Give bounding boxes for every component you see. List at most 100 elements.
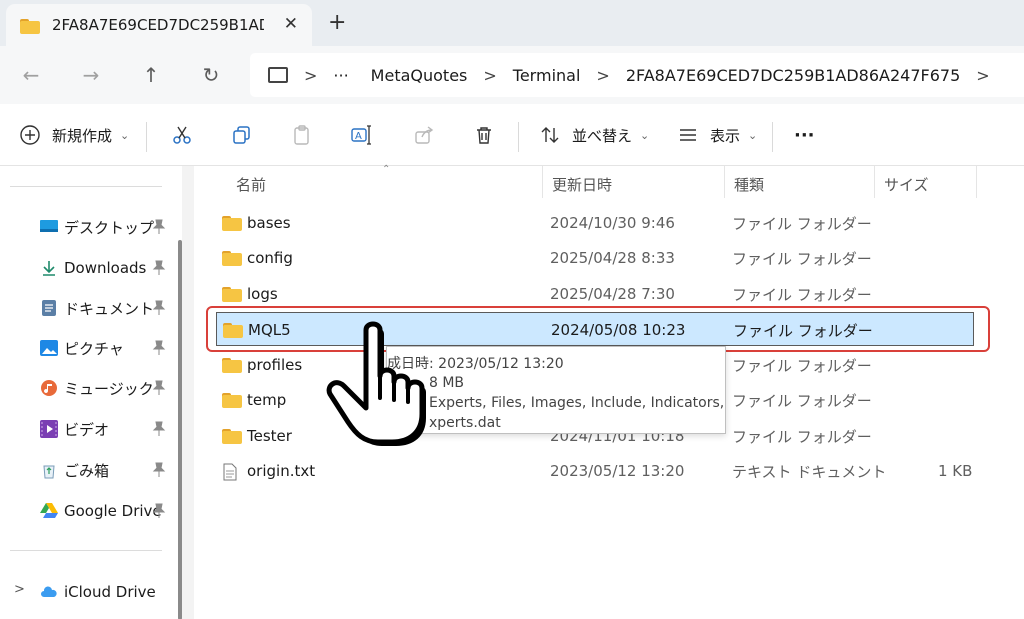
file-row[interactable]: bases 2024/10/30 9:46 ファイル フォルダー (216, 206, 974, 240)
column-header-date[interactable]: 更新日時 (552, 174, 612, 195)
close-tab-icon[interactable]: ✕ (284, 14, 298, 34)
pin-icon[interactable] (152, 300, 166, 316)
forward-button[interactable]: → (74, 58, 108, 92)
pane-divider (182, 166, 194, 619)
sidebar-item-label: デスクトップ (64, 218, 155, 237)
file-type: ファイル フォルダー (732, 249, 872, 268)
file-date: 2025/04/28 8:33 (550, 249, 675, 267)
chevron-down-icon: ⌄ (120, 128, 130, 142)
share-button (412, 118, 446, 152)
expand-chevron-icon[interactable]: > (14, 582, 25, 597)
new-tab-button[interactable]: + (328, 10, 346, 35)
pin-icon[interactable] (152, 219, 166, 235)
more-options-button[interactable]: ··· (794, 118, 815, 152)
file-row[interactable]: config 2025/04/28 8:33 ファイル フォルダー (216, 241, 974, 275)
tab-title: 2FA8A7E69CED7DC259B1AD8 (52, 16, 264, 34)
pin-icon[interactable] (152, 340, 166, 356)
divider (772, 122, 773, 152)
chevron-right-icon: > (483, 65, 497, 85)
folder-icon (222, 392, 242, 408)
chevron-right-icon: > (304, 65, 318, 85)
file-name-cell: bases (222, 206, 291, 240)
divider (542, 166, 543, 198)
column-header-type[interactable]: 種類 (734, 174, 764, 195)
music-icon (40, 379, 58, 397)
view-button-label: 表示 (710, 126, 741, 145)
sidebar-item-label: ビデオ (64, 420, 110, 439)
svg-text:A: A (355, 131, 362, 142)
breadcrumb-metaquotes[interactable]: MetaQuotes (371, 66, 468, 85)
file-name-cell: Tester (222, 419, 292, 453)
new-button-label: 新規作成 (52, 126, 113, 145)
folder-icon (222, 250, 242, 266)
column-header-name[interactable]: 名前 (236, 174, 266, 195)
pin-icon[interactable] (152, 260, 166, 276)
file-type: テキスト ドキュメント (732, 462, 887, 481)
plus-circle-icon (18, 123, 42, 147)
text-file-icon (222, 463, 242, 481)
copy-button[interactable] (230, 118, 264, 152)
divider (10, 550, 162, 551)
new-button[interactable]: 新規作成 ⌄ (18, 118, 129, 152)
file-name-cell: profiles (222, 348, 302, 382)
tab-current-folder[interactable]: 2FA8A7E69CED7DC259B1AD8 ✕ (6, 4, 312, 46)
divider (724, 166, 725, 198)
pin-icon[interactable] (152, 380, 166, 396)
breadcrumb-folder[interactable]: 2FA8A7E69CED7DC259B1AD86A247F675 (626, 66, 960, 85)
paste-icon (290, 123, 314, 147)
sidebar-item-label: ピクチャ (64, 339, 124, 358)
view-button[interactable]: 表示 ⌄ (676, 118, 757, 152)
scissors-icon (170, 123, 194, 147)
sidebar-item-label: ごみ箱 (64, 461, 110, 480)
rename-button[interactable]: A (350, 118, 384, 152)
folder-icon (222, 215, 242, 231)
sidebar-item-label: Downloads (64, 259, 147, 277)
back-button[interactable]: ← (14, 58, 48, 92)
copy-icon (230, 123, 254, 147)
refresh-button[interactable]: ↻ (194, 58, 228, 92)
address-bar[interactable]: > ··· MetaQuotes > Terminal > 2FA8A7E69C… (250, 53, 1024, 97)
download-icon (40, 259, 58, 277)
this-pc-icon (268, 67, 288, 83)
file-name: logs (247, 285, 278, 303)
folder-icon (222, 357, 242, 373)
up-button[interactable]: ↑ (134, 58, 168, 92)
navigation-pane: デスクトップ Downloads ドキュメント ピクチャ ミュージック ビデオ … (0, 166, 182, 619)
chevron-right-icon: > (596, 65, 610, 85)
column-header-size[interactable]: サイズ (884, 174, 929, 195)
file-name: config (247, 249, 293, 267)
divider (146, 122, 147, 152)
breadcrumb-terminal[interactable]: Terminal (513, 66, 581, 85)
file-name-cell: temp (222, 383, 286, 417)
document-icon (40, 299, 58, 317)
pin-icon[interactable] (152, 421, 166, 437)
file-size: 1 KB (938, 462, 973, 480)
file-type: ファイル フォルダー (732, 427, 872, 446)
file-date: 2023/05/12 13:20 (550, 462, 685, 480)
trash-icon (472, 123, 496, 147)
sidebar-item-icloud-drive[interactable]: iCloud Drive (40, 579, 180, 605)
list-view-icon (676, 123, 700, 147)
sidebar-item-label: ドキュメント (64, 299, 155, 318)
hand-pointer-icon (326, 321, 426, 446)
file-row[interactable]: origin.txt 2023/05/12 13:20 テキスト ドキュメント 1 K… (216, 454, 974, 488)
divider (874, 166, 875, 198)
google-drive-icon (40, 502, 58, 520)
navigation-bar: ← → ↑ ↻ > ··· MetaQuotes > Terminal > 2F… (0, 46, 1024, 104)
cut-button[interactable] (170, 118, 204, 152)
pin-icon[interactable] (152, 503, 166, 519)
sidebar-scrollbar[interactable] (178, 240, 182, 619)
sort-button[interactable]: 並べ替え ⌄ (538, 118, 649, 152)
chevron-right-icon: > (976, 65, 990, 85)
pin-icon[interactable] (152, 462, 166, 478)
icloud-icon (40, 583, 58, 601)
command-bar: 新規作成 ⌄ A 並べ替え ⌄ 表示 ⌄ ··· (0, 104, 1024, 166)
delete-button[interactable] (472, 118, 506, 152)
sidebar-item-label: iCloud Drive (64, 583, 156, 601)
folder-icon (222, 428, 242, 444)
file-type: ファイル フォルダー (732, 214, 872, 233)
sidebar-item-label: ミュージック (64, 379, 154, 398)
breadcrumb-more[interactable]: ··· (333, 66, 348, 85)
paste-button (290, 118, 324, 152)
tab-strip: 2FA8A7E69CED7DC259B1AD8 ✕ + (0, 0, 1024, 46)
